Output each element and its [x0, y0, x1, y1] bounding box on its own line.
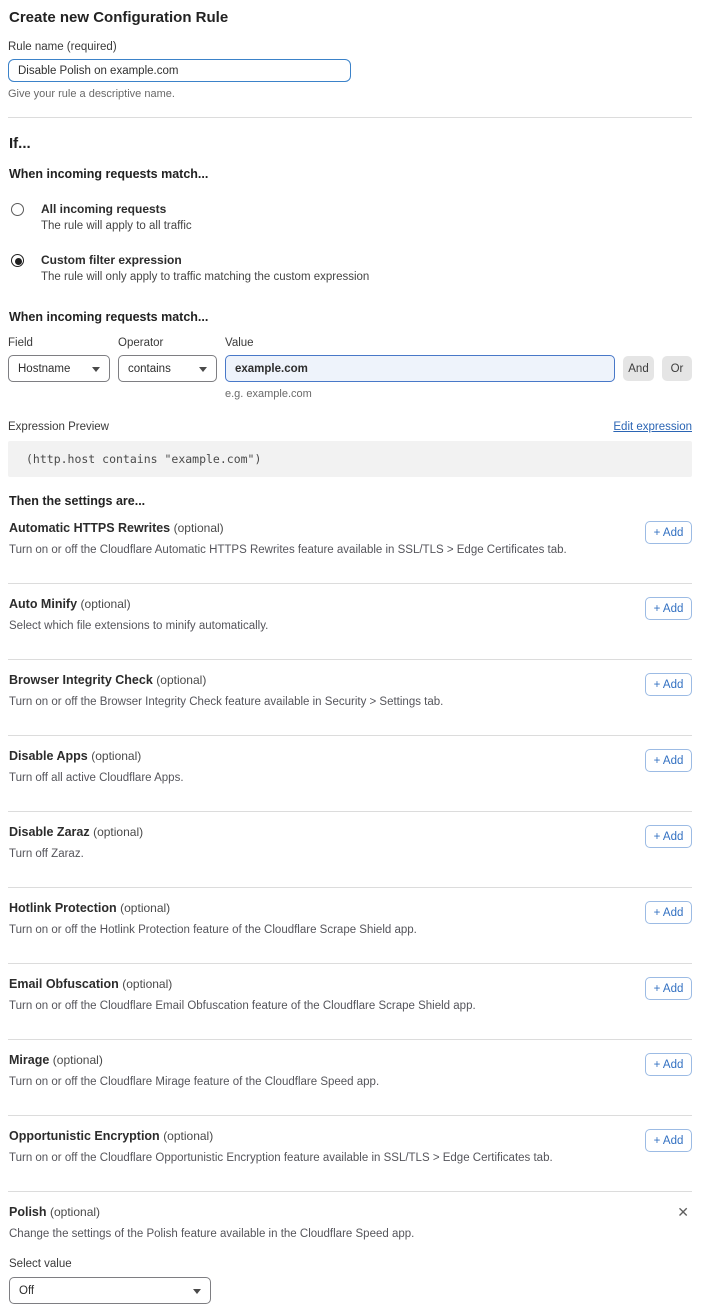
- setting-row-mirage: Mirage (optional) Turn on or off the Clo…: [8, 1040, 692, 1116]
- setting-description: Turn on or off the Cloudflare Mirage fea…: [9, 1076, 569, 1088]
- optional-tag: (optional): [163, 1129, 213, 1143]
- setting-title: Opportunistic Encryption: [9, 1129, 160, 1143]
- polish-value-group: Select value Off: [9, 1258, 692, 1304]
- radio-custom-filter-label[interactable]: Custom filter expression: [41, 253, 369, 267]
- rule-name-group: Rule name (required) Give your rule a de…: [8, 41, 692, 100]
- optional-tag: (optional): [174, 521, 224, 535]
- chevron-down-icon: [92, 367, 100, 372]
- operator-select[interactable]: contains: [118, 355, 217, 382]
- rule-name-label: Rule name (required): [8, 41, 692, 53]
- setting-title: Mirage: [9, 1053, 49, 1067]
- setting-title: Email Obfuscation: [9, 977, 119, 991]
- setting-description: Turn on or off the Hotlink Protection fe…: [9, 924, 569, 936]
- polish-value-selected: Off: [19, 1285, 34, 1297]
- expression-builder-heading: When incoming requests match...: [9, 310, 692, 324]
- add-button[interactable]: + Add: [645, 1129, 692, 1152]
- add-button[interactable]: + Add: [645, 521, 692, 544]
- value-input[interactable]: [225, 355, 615, 382]
- optional-tag: (optional): [91, 749, 141, 763]
- setting-row-disable-apps: Disable Apps (optional) Turn off all act…: [8, 736, 692, 812]
- setting-description: Turn off Zaraz.: [9, 848, 569, 860]
- value-label: Value: [225, 337, 615, 355]
- setting-title: Automatic HTTPS Rewrites: [9, 521, 170, 535]
- expression-preview-label: Expression Preview: [8, 421, 109, 433]
- setting-description: Select which file extensions to minify a…: [9, 620, 569, 632]
- setting-title: Hotlink Protection: [9, 901, 117, 915]
- page-title: Create new Configuration Rule: [9, 9, 692, 26]
- add-button[interactable]: + Add: [645, 1053, 692, 1076]
- chevron-down-icon: [199, 367, 207, 372]
- add-button[interactable]: + Add: [645, 749, 692, 772]
- radio-all-incoming-requests[interactable]: All incoming requests The rule will appl…: [11, 202, 692, 232]
- setting-description: Turn on or off the Browser Integrity Che…: [9, 696, 569, 708]
- expression-builder-row: Field Operator Value Hostname contains A…: [8, 337, 692, 400]
- add-button[interactable]: + Add: [645, 901, 692, 924]
- radio-all-incoming-description: The rule will apply to all traffic: [41, 220, 192, 232]
- setting-row-hotlink-protection: Hotlink Protection (optional) Turn on or…: [8, 888, 692, 964]
- setting-row-browser-integrity-check: Browser Integrity Check (optional) Turn …: [8, 660, 692, 736]
- optional-tag: (optional): [122, 977, 172, 991]
- or-button[interactable]: Or: [662, 356, 692, 381]
- optional-tag: (optional): [93, 825, 143, 839]
- add-button[interactable]: + Add: [645, 597, 692, 620]
- setting-description: Turn on or off the Cloudflare Opportunis…: [9, 1152, 569, 1164]
- section-divider: [8, 117, 692, 118]
- polish-value-select[interactable]: Off: [9, 1277, 211, 1304]
- setting-title: Polish: [9, 1205, 47, 1219]
- radio-custom-filter-expression[interactable]: Custom filter expression The rule will o…: [11, 253, 692, 283]
- expression-preview-code: (http.host contains "example.com"): [8, 441, 692, 477]
- expression-preview-header: Expression Preview Edit expression: [8, 421, 692, 433]
- operator-select-value: contains: [128, 363, 171, 375]
- rule-name-helper: Give your rule a descriptive name.: [8, 88, 692, 100]
- setting-row-automatic-https-rewrites: Automatic HTTPS Rewrites (optional) Turn…: [8, 508, 692, 584]
- field-select[interactable]: Hostname: [8, 355, 110, 382]
- setting-row-auto-minify: Auto Minify (optional) Select which file…: [8, 584, 692, 660]
- add-button[interactable]: + Add: [645, 825, 692, 848]
- setting-title: Disable Apps: [9, 749, 88, 763]
- rule-name-input[interactable]: [8, 59, 351, 82]
- add-button[interactable]: + Add: [645, 673, 692, 696]
- create-configuration-rule-page: Create new Configuration Rule Rule name …: [0, 0, 705, 1316]
- operator-label: Operator: [118, 337, 217, 355]
- setting-row-opportunistic-encryption: Opportunistic Encryption (optional) Turn…: [8, 1116, 692, 1192]
- edit-expression-link[interactable]: Edit expression: [613, 421, 692, 433]
- chevron-down-icon: [193, 1289, 201, 1294]
- optional-tag: (optional): [53, 1053, 103, 1067]
- optional-tag: (optional): [156, 673, 206, 687]
- and-button[interactable]: And: [623, 356, 654, 381]
- select-value-label: Select value: [9, 1258, 692, 1270]
- setting-title: Disable Zaraz: [9, 825, 90, 839]
- setting-description: Turn on or off the Cloudflare Email Obfu…: [9, 1000, 569, 1012]
- radio-button-selected[interactable]: [11, 254, 24, 267]
- add-button[interactable]: + Add: [645, 977, 692, 1000]
- setting-title: Browser Integrity Check: [9, 673, 153, 687]
- if-heading: If...: [9, 135, 692, 152]
- radio-custom-filter-description: The rule will only apply to traffic matc…: [41, 271, 369, 283]
- value-hint: e.g. example.com: [225, 388, 615, 400]
- radio-all-incoming-label[interactable]: All incoming requests: [41, 202, 192, 216]
- setting-description: Turn on or off the Cloudflare Automatic …: [9, 544, 569, 556]
- optional-tag: (optional): [81, 597, 131, 611]
- radio-button-unselected[interactable]: [11, 203, 24, 216]
- optional-tag: (optional): [50, 1205, 100, 1219]
- setting-row-polish: Polish (optional) Change the settings of…: [8, 1192, 692, 1304]
- setting-row-email-obfuscation: Email Obfuscation (optional) Turn on or …: [8, 964, 692, 1040]
- incoming-requests-match-heading: When incoming requests match...: [9, 167, 692, 181]
- then-settings-heading: Then the settings are...: [9, 494, 692, 508]
- field-select-value: Hostname: [18, 363, 70, 375]
- field-label: Field: [8, 337, 110, 355]
- setting-description: Change the settings of the Polish featur…: [9, 1228, 569, 1240]
- setting-row-disable-zaraz: Disable Zaraz (optional) Turn off Zaraz.…: [8, 812, 692, 888]
- close-icon[interactable]: ✕: [677, 1205, 689, 1219]
- setting-description: Turn off all active Cloudflare Apps.: [9, 772, 569, 784]
- setting-title: Auto Minify: [9, 597, 77, 611]
- optional-tag: (optional): [120, 901, 170, 915]
